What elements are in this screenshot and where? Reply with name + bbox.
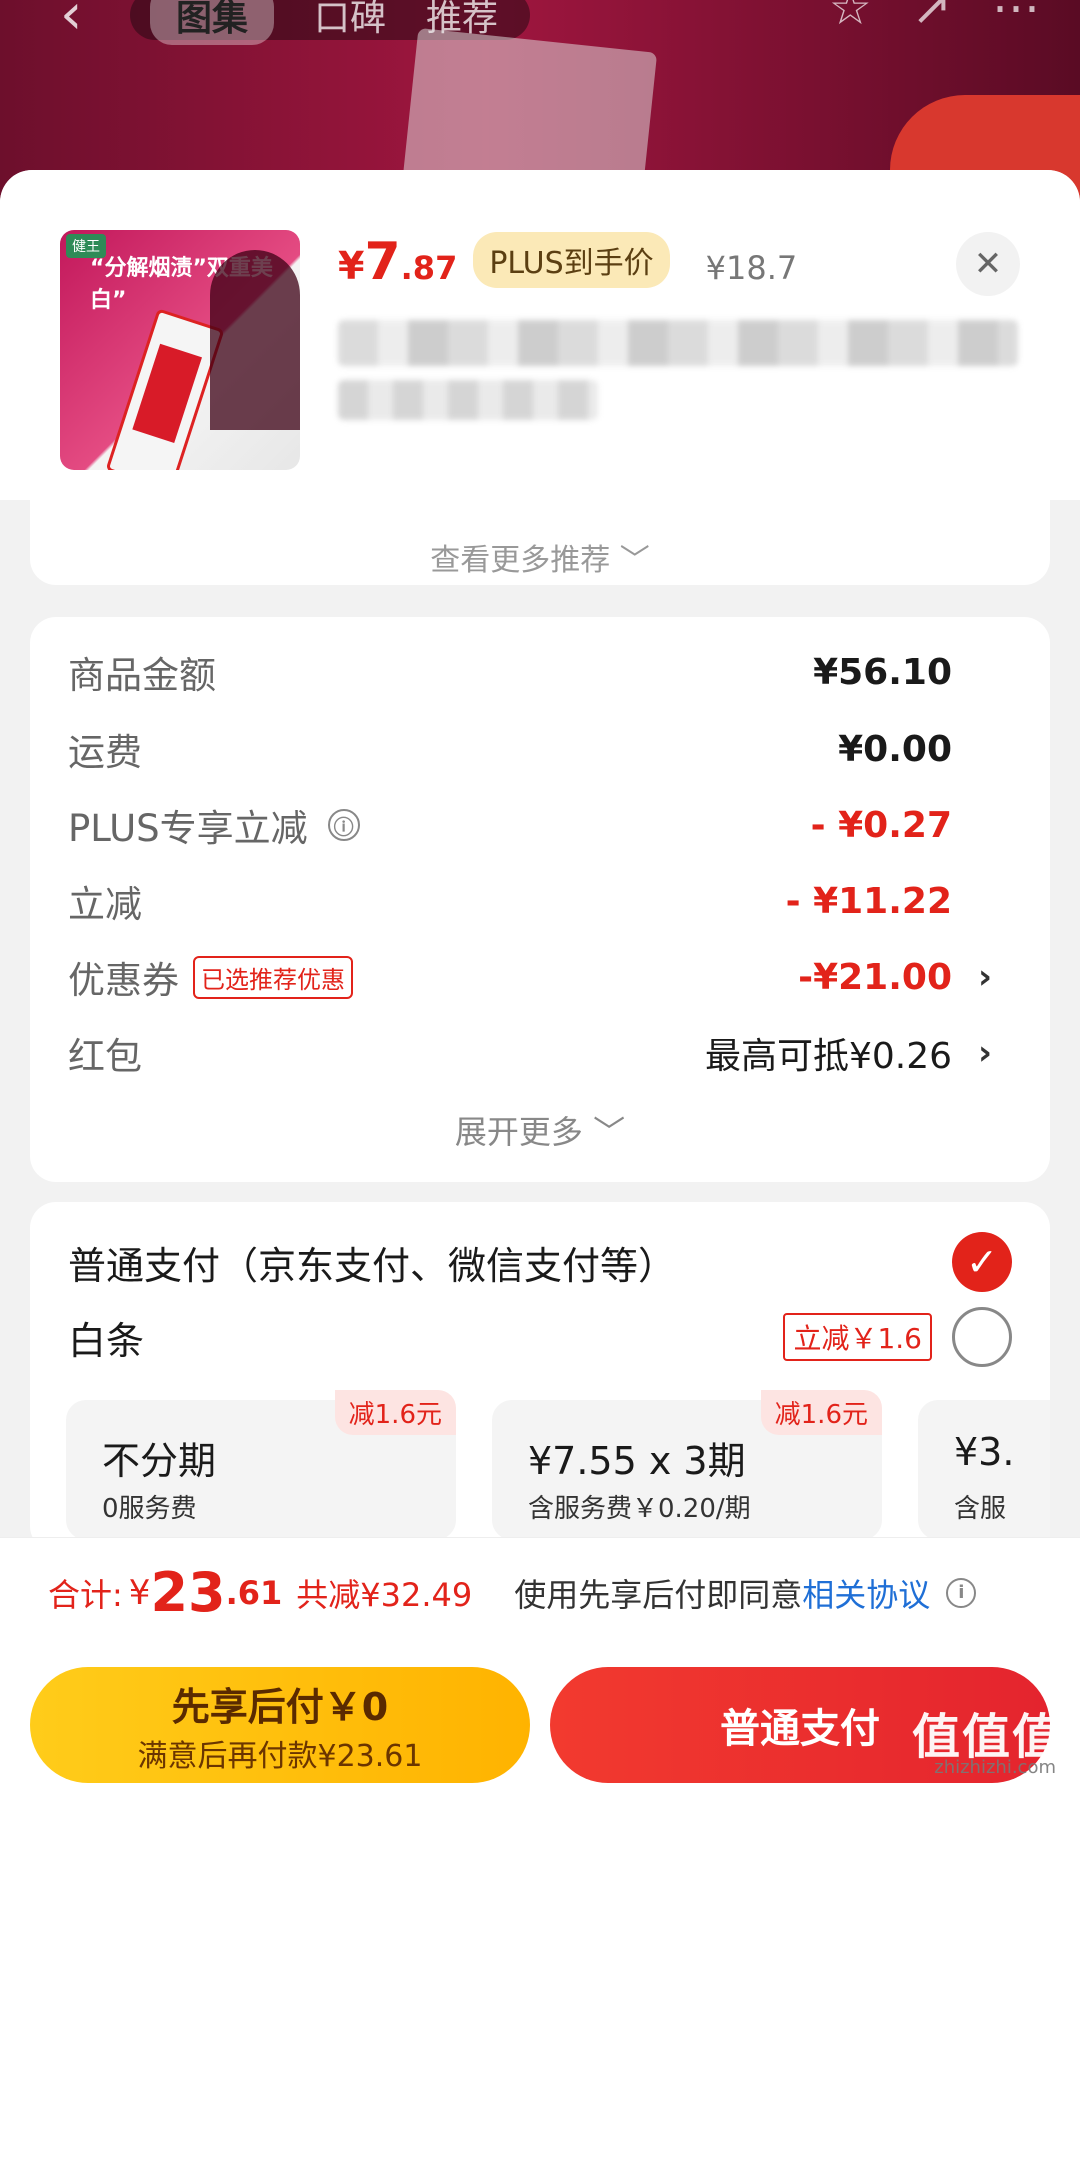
more-recommend-link[interactable]: 查看更多推荐 ﹀: [30, 535, 1050, 579]
plan-fee: 含服: [954, 1494, 1007, 1524]
plan-title: 不分期: [102, 1439, 217, 1483]
total-saved: 共减¥32.49: [296, 1575, 473, 1614]
installment-plan-more[interactable]: ¥3. 含服: [918, 1400, 1050, 1540]
top-right-icons: ☆ ↗ ⋯: [829, 0, 1040, 36]
action-bar: 先享后付￥0 满意后再付款¥23.61 普通支付 值值值 zhizhizhi.c…: [0, 1647, 1080, 2159]
summary-row-red-packet[interactable]: 红包 最高可抵¥0.26 ›: [68, 1023, 1012, 1083]
summary-value: 最高可抵¥0.26: [704, 1036, 952, 1077]
total-integer: 23: [150, 1561, 226, 1624]
installment-plan-none[interactable]: 减1.6元 不分期 0服务费: [66, 1390, 456, 1540]
pay-later-subtitle: 满意后再付款¥23.61: [137, 1738, 423, 1774]
radio-unchecked[interactable]: [952, 1307, 1012, 1367]
total-bar: 合计: ¥ 23 .61 共减¥32.49 使用先享后付即同意 相关协议 i: [0, 1537, 1080, 1647]
info-icon[interactable]: ⓘ: [327, 809, 360, 841]
payment-method-card: 普通支付（京东支付、微信支付等） ✓ 白条 立减￥1.6 减1.6元 不分期 0…: [30, 1202, 1050, 1552]
plan-fee: 0服务费: [102, 1494, 197, 1524]
summary-label: 立减: [68, 883, 142, 926]
price-decimal: .87: [400, 249, 458, 287]
total-label: 合计:: [48, 1575, 123, 1614]
installment-plan-3[interactable]: 减1.6元 ¥7.55 x 3期 含服务费￥0.20/期: [492, 1390, 882, 1540]
summary-row-plus-discount: PLUS专享立减 ⓘ - ¥0.27: [68, 795, 1012, 855]
summary-row-instant-discount: 立减 - ¥11.22: [68, 871, 1012, 931]
favorite-icon[interactable]: ☆: [829, 0, 872, 36]
more-icon[interactable]: ⋯: [992, 0, 1040, 36]
total-decimal: .61: [225, 1573, 283, 1612]
order-summary-card: 商品金额 ¥56.10 运费 ¥0.00 PLUS专享立减 ⓘ - ¥0.27 …: [30, 617, 1050, 1182]
baitiao-discount-tag: 立减￥1.6: [783, 1313, 932, 1361]
summary-label: 运费: [68, 731, 142, 774]
total-currency: ¥: [128, 1572, 151, 1613]
plan-title: ¥7.55 x 3期: [528, 1439, 746, 1483]
plus-price-tag: PLUS到手价: [473, 232, 670, 288]
agreement-link[interactable]: 相关协议: [802, 1570, 930, 1616]
summary-value: - ¥11.22: [785, 880, 952, 922]
expand-more-link[interactable]: 展开更多 ﹀: [30, 1107, 1050, 1153]
coupon-selected-tag: 已选推荐优惠: [193, 955, 353, 999]
payment-option-label: 普通支付（京东支付、微信支付等）: [68, 1243, 677, 1288]
tab-reviews[interactable]: 口碑: [314, 0, 386, 41]
chevron-right-icon[interactable]: ›: [978, 1033, 992, 1073]
pay-later-title: 先享后付￥0: [171, 1684, 389, 1729]
summary-row-goods: 商品金额 ¥56.10: [68, 642, 1012, 702]
payment-option-normal[interactable]: 普通支付（京东支付、微信支付等） ✓: [68, 1232, 1012, 1292]
summary-label: 红包: [68, 1035, 142, 1078]
back-icon[interactable]: ‹: [60, 0, 82, 47]
blurred-product-title: [338, 320, 1018, 366]
summary-row-shipping: 运费 ¥0.00: [68, 719, 1012, 779]
blurred-product-spec: [338, 380, 598, 420]
summary-value: ¥56.10: [813, 651, 952, 693]
plan-fee: 含服务费￥0.20/期: [528, 1494, 751, 1524]
price-row: ¥ 7 .87 PLUS到手价 ¥18.7: [338, 232, 797, 294]
watermark-url: zhizhizhi.com: [934, 1757, 1056, 1778]
product-thumbnail: 健王 “分解烟渍”双重美白”: [60, 230, 300, 470]
summary-value: -¥21.00: [798, 956, 952, 998]
toothpaste-tube: [105, 308, 225, 470]
summary-label: 商品金额: [68, 654, 216, 697]
summary-value: - ¥0.27: [810, 804, 952, 846]
payment-option-baitiao[interactable]: 白条 立减￥1.6: [68, 1307, 1012, 1367]
plan-title: ¥3.: [954, 1430, 1015, 1474]
product-header: 健王 “分解烟渍”双重美白” ¥ 7 .87 PLUS到手价 ¥18.7 ✕: [0, 170, 1080, 500]
tab-gallery[interactable]: 图集: [150, 0, 275, 45]
summary-label: PLUS专享立减: [68, 807, 308, 850]
price-currency: ¥: [338, 244, 365, 288]
info-icon[interactable]: i: [946, 1577, 977, 1608]
summary-label: 优惠券: [68, 959, 179, 1002]
original-price: ¥18.7: [705, 249, 798, 287]
close-button[interactable]: ✕: [956, 232, 1020, 296]
plan-discount-badge: 减1.6元: [334, 1390, 456, 1435]
pay-later-button[interactable]: 先享后付￥0 满意后再付款¥23.61: [30, 1667, 530, 1783]
checkout-sheet: 健王 “分解烟渍”双重美白” ¥ 7 .87 PLUS到手价 ¥18.7 ✕ 查…: [0, 170, 1080, 2159]
summary-value: ¥0.00: [838, 728, 952, 770]
plan-discount-badge: 减1.6元: [760, 1390, 882, 1435]
model-silhouette: [210, 250, 300, 430]
share-icon[interactable]: ↗: [912, 0, 952, 36]
summary-row-coupon[interactable]: 优惠券 已选推荐优惠 -¥21.00 ›: [68, 947, 1012, 1007]
chevron-right-icon[interactable]: ›: [978, 957, 992, 997]
check-icon[interactable]: ✓: [952, 1232, 1012, 1292]
agreement-text: 使用先享后付即同意: [514, 1575, 803, 1614]
price-integer: 7: [364, 232, 401, 292]
payment-option-label: 白条: [68, 1318, 145, 1363]
